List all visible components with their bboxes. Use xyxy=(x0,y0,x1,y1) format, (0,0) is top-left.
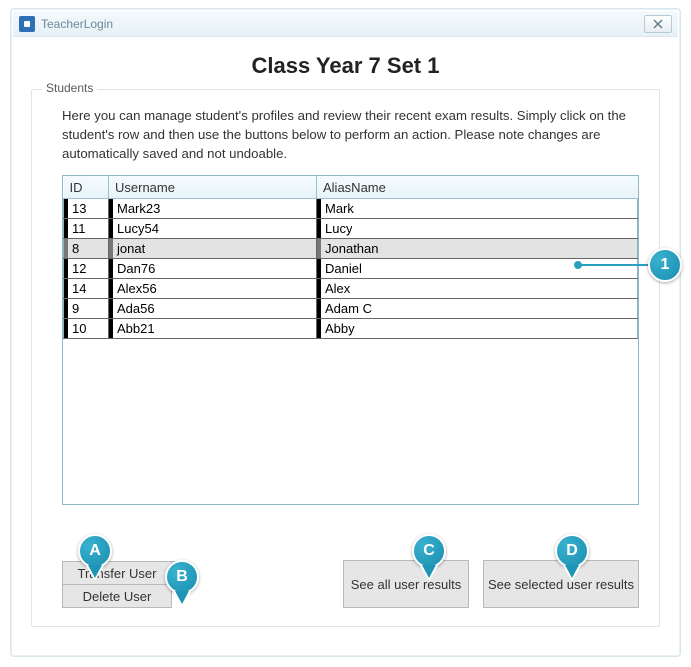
cell-value: Abb21 xyxy=(113,321,155,336)
table-row[interactable]: 11 Lucy54 Lucy xyxy=(64,218,638,238)
close-icon xyxy=(653,19,663,29)
cell-value: Ada56 xyxy=(113,301,155,316)
cell-value: Dan76 xyxy=(113,261,155,276)
cell-value: 9 xyxy=(68,301,79,316)
callout-b: B xyxy=(165,560,199,594)
cell-value: Abby xyxy=(321,321,355,336)
cell-value: 14 xyxy=(68,281,86,296)
callout-a: A xyxy=(78,534,112,568)
delete-user-button[interactable]: Delete User xyxy=(62,584,172,608)
see-all-results-button[interactable]: See all user results xyxy=(343,560,469,608)
callout-1-leader-dot xyxy=(574,261,582,269)
cell-value: Alex56 xyxy=(113,281,157,296)
callout-c: C xyxy=(412,534,446,568)
see-selected-results-button[interactable]: See selected user results xyxy=(483,560,639,608)
window-title: TeacherLogin xyxy=(41,17,113,31)
table-row[interactable]: 9 Ada56 Adam C xyxy=(64,298,638,318)
cell-value: Mark xyxy=(321,201,354,216)
col-header-username[interactable]: Username xyxy=(109,176,317,198)
students-grid[interactable]: ID Username AliasName 13 Mark23 Mark 11 Lucy… xyxy=(62,175,639,505)
cell-value: Adam C xyxy=(321,301,372,316)
cell-value: 13 xyxy=(68,201,86,216)
cell-value: Daniel xyxy=(321,261,362,276)
table-row[interactable]: 12 Dan76 Daniel xyxy=(64,258,638,278)
cell-value: Lucy54 xyxy=(113,221,159,236)
cell-value: Alex xyxy=(321,281,350,296)
callout-1: 1 xyxy=(648,248,682,282)
cell-value: 8 xyxy=(68,241,79,256)
cell-value: 11 xyxy=(68,221,86,236)
table-row[interactable]: 13 Mark23 Mark xyxy=(64,198,638,218)
cell-value: Jonathan xyxy=(321,241,379,256)
col-header-alias[interactable]: AliasName xyxy=(317,176,638,198)
table-row[interactable]: 8 jonat Jonathan xyxy=(64,238,638,258)
callout-1-leader xyxy=(578,264,650,266)
table-row[interactable]: 14 Alex56 Alex xyxy=(64,278,638,298)
cell-value: Lucy xyxy=(321,221,352,236)
app-icon xyxy=(19,16,35,32)
instructions-text: Here you can manage student's profiles a… xyxy=(62,106,639,163)
group-legend: Students xyxy=(42,81,97,95)
table-row[interactable]: 10 Abb21 Abby xyxy=(64,318,638,338)
callout-d: D xyxy=(555,534,589,568)
close-button[interactable] xyxy=(644,15,672,33)
col-header-id[interactable]: ID xyxy=(64,176,109,198)
cell-value: Mark23 xyxy=(113,201,160,216)
transfer-user-button[interactable]: Transfer User xyxy=(62,561,172,585)
cell-value: jonat xyxy=(113,241,145,256)
titlebar: TeacherLogin xyxy=(13,11,678,37)
cell-value: 12 xyxy=(68,261,86,276)
cell-value: 10 xyxy=(68,321,86,336)
page-title: Class Year 7 Set 1 xyxy=(31,53,660,79)
